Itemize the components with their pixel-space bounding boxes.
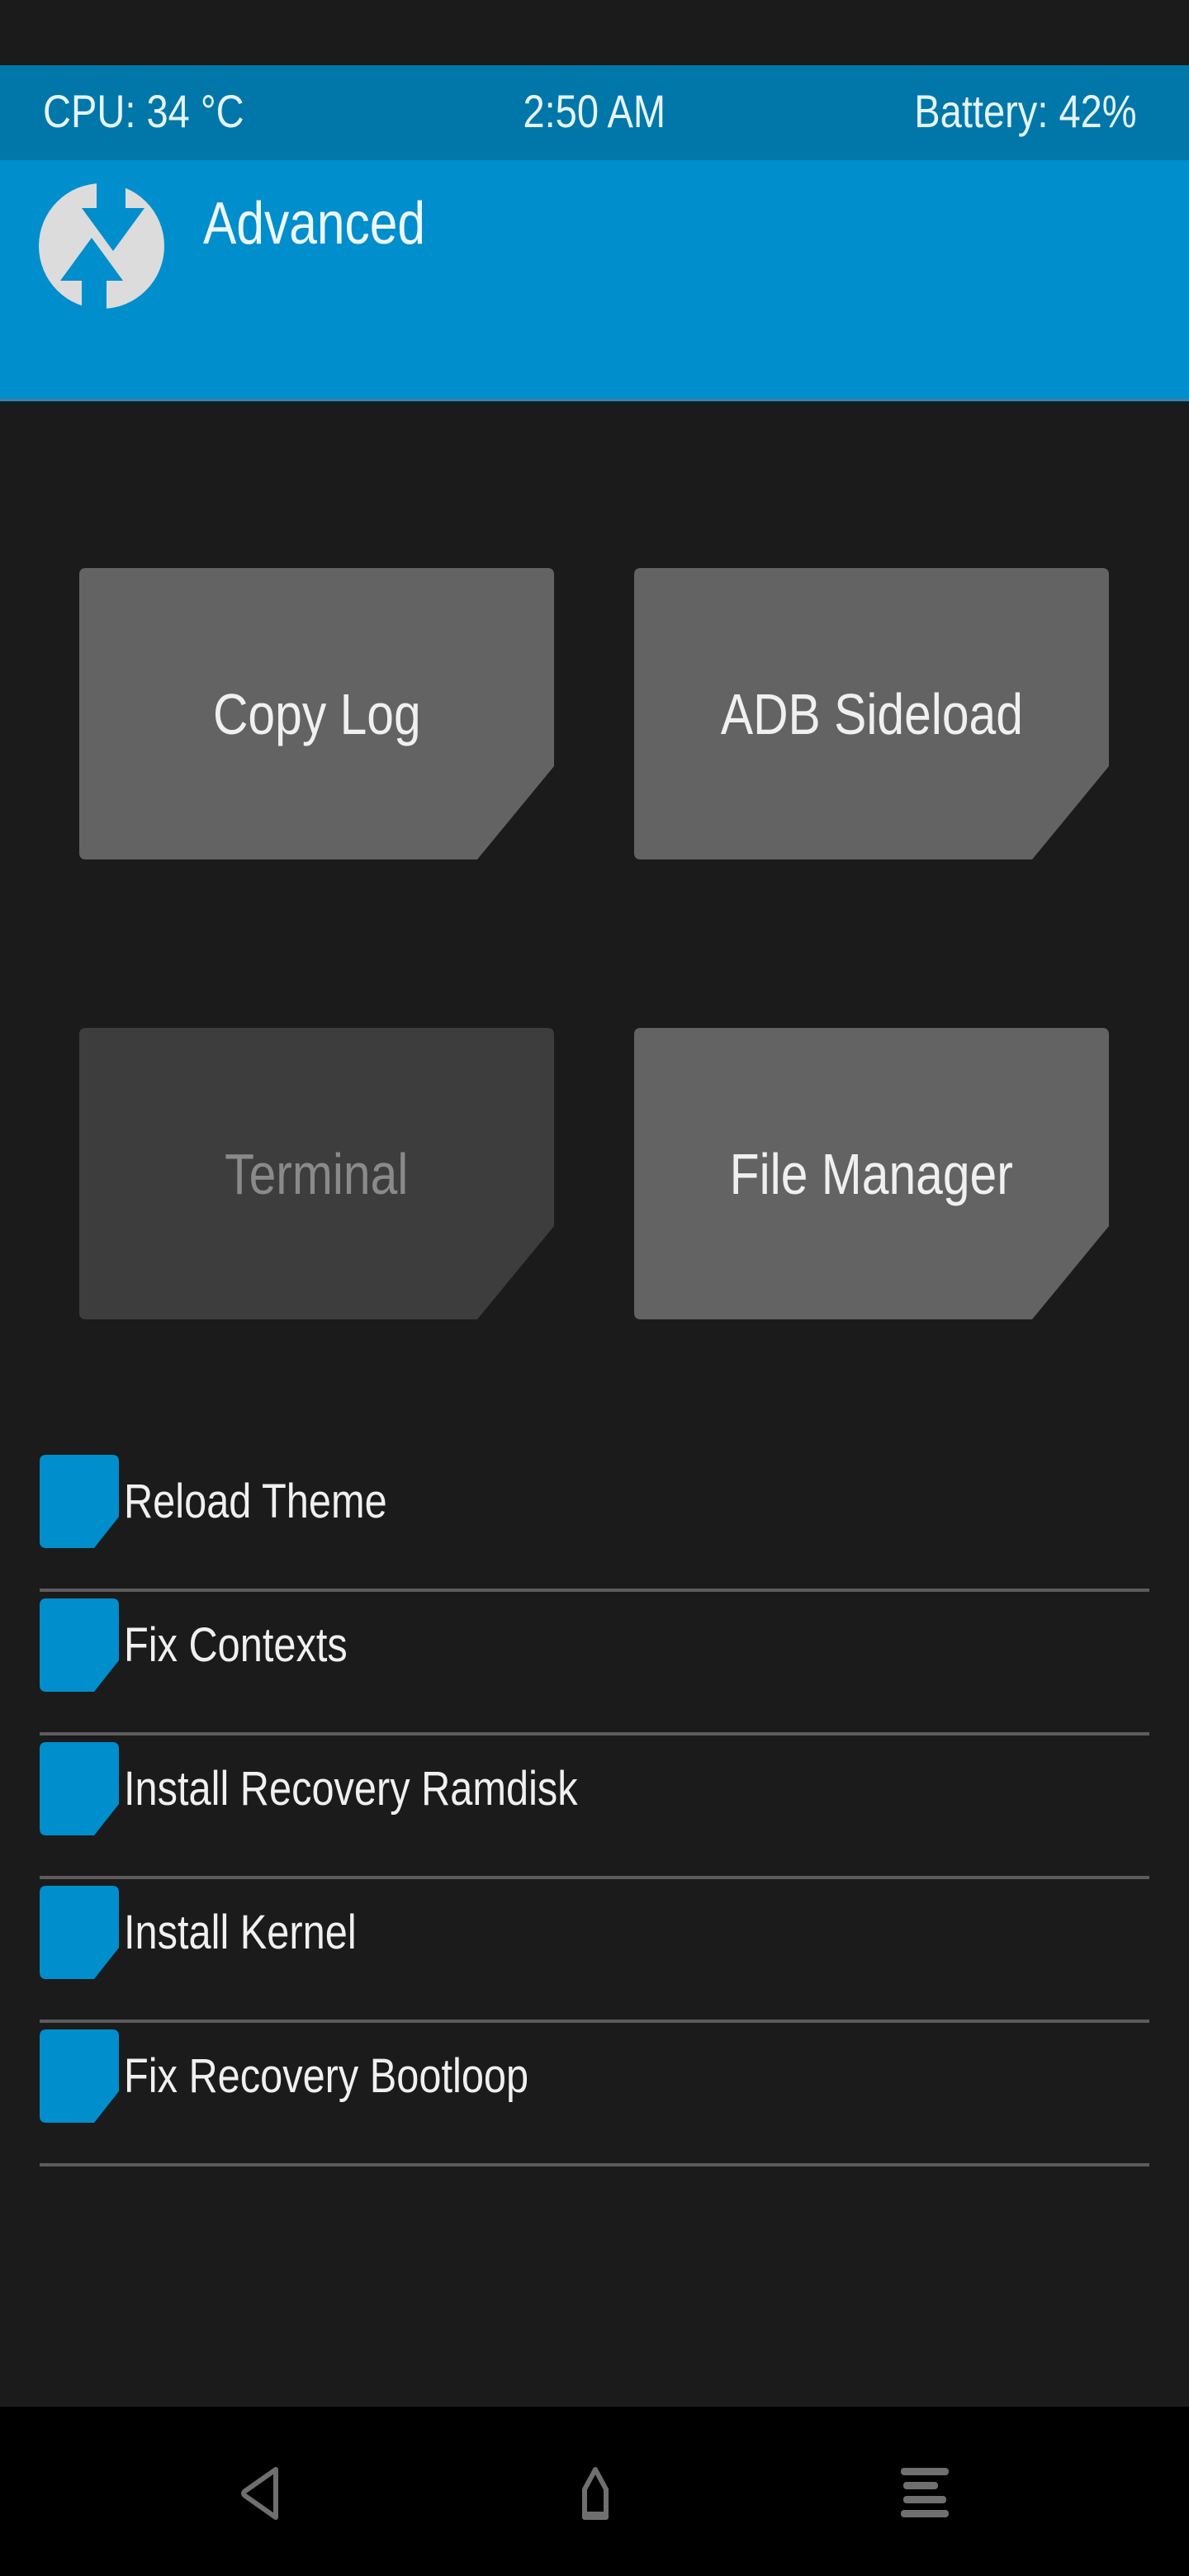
page-title-text: Advanced bbox=[203, 191, 426, 257]
status-bar: CPU: 34 °C 2:50 AM Battery: 42% bbox=[0, 65, 1189, 160]
option-install-recovery-ramdisk[interactable]: Install Recovery Ramdisk bbox=[40, 1735, 1149, 1879]
option-label: Fix Recovery Bootloop bbox=[124, 2029, 605, 2123]
adb-sideload-button[interactable]: ADB Sideload bbox=[634, 568, 1109, 859]
option-label-text: Reload Theme bbox=[124, 1475, 387, 1528]
header-shadow bbox=[0, 401, 1189, 406]
adb-sideload-text: ADB Sideload bbox=[720, 681, 1023, 746]
menu-lines-icon bbox=[901, 2468, 949, 2517]
page-title: Advanced bbox=[203, 187, 467, 261]
option-label-text: Fix Contexts bbox=[124, 1618, 348, 1672]
option-label-text: Install Recovery Ramdisk bbox=[124, 1762, 578, 1816]
option-install-kernel[interactable]: Install Kernel bbox=[40, 1879, 1149, 2023]
option-label: Install Kernel bbox=[124, 1886, 400, 1979]
top-inset bbox=[0, 0, 1189, 65]
back-triangle-icon bbox=[241, 2467, 278, 2520]
option-label-text: Fix Recovery Bootloop bbox=[124, 2049, 529, 2103]
file-manager-text: File Manager bbox=[729, 1141, 1014, 1206]
option-fix-recovery-bootloop[interactable]: Fix Recovery Bootloop bbox=[40, 2023, 1149, 2166]
clock-text: 2:50 AM bbox=[523, 85, 666, 137]
option-label: Install Recovery Ramdisk bbox=[124, 1742, 664, 1835]
home-button[interactable] bbox=[558, 2466, 632, 2521]
adb-sideload-label: ADB Sideload bbox=[634, 568, 1109, 859]
battery-level: Battery: 42% bbox=[872, 65, 1137, 160]
terminal-button[interactable]: Terminal bbox=[79, 1028, 554, 1319]
checkbox-icon[interactable] bbox=[40, 2029, 119, 2123]
row-divider bbox=[40, 2163, 1149, 2166]
page-header bbox=[0, 160, 1189, 399]
option-fix-contexts[interactable]: Fix Contexts bbox=[40, 1592, 1149, 1735]
option-label: Fix Contexts bbox=[124, 1598, 390, 1692]
copy-log-button[interactable]: Copy Log bbox=[79, 568, 554, 859]
terminal-label: Terminal bbox=[79, 1028, 554, 1319]
checkbox-icon[interactable] bbox=[40, 1455, 119, 1548]
home-icon bbox=[582, 2467, 609, 2520]
twrp-logo-icon bbox=[39, 183, 164, 309]
copy-log-label: Copy Log bbox=[79, 568, 554, 859]
file-manager-button[interactable]: File Manager bbox=[634, 1028, 1109, 1319]
option-label-text: Install Kernel bbox=[124, 1906, 357, 1959]
battery-level-text: Battery: 42% bbox=[914, 85, 1137, 137]
option-label: Reload Theme bbox=[124, 1455, 437, 1548]
checkbox-icon[interactable] bbox=[40, 1742, 119, 1835]
menu-button[interactable] bbox=[888, 2466, 962, 2521]
terminal-text: Terminal bbox=[225, 1141, 409, 1206]
navigation-bar bbox=[0, 2407, 1189, 2576]
back-button[interactable] bbox=[227, 2466, 301, 2521]
option-reload-theme[interactable]: Reload Theme bbox=[40, 1448, 1149, 1592]
copy-log-text: Copy Log bbox=[212, 681, 421, 746]
file-manager-label: File Manager bbox=[634, 1028, 1109, 1319]
checkbox-icon[interactable] bbox=[40, 1598, 119, 1692]
checkbox-icon[interactable] bbox=[40, 1886, 119, 1979]
